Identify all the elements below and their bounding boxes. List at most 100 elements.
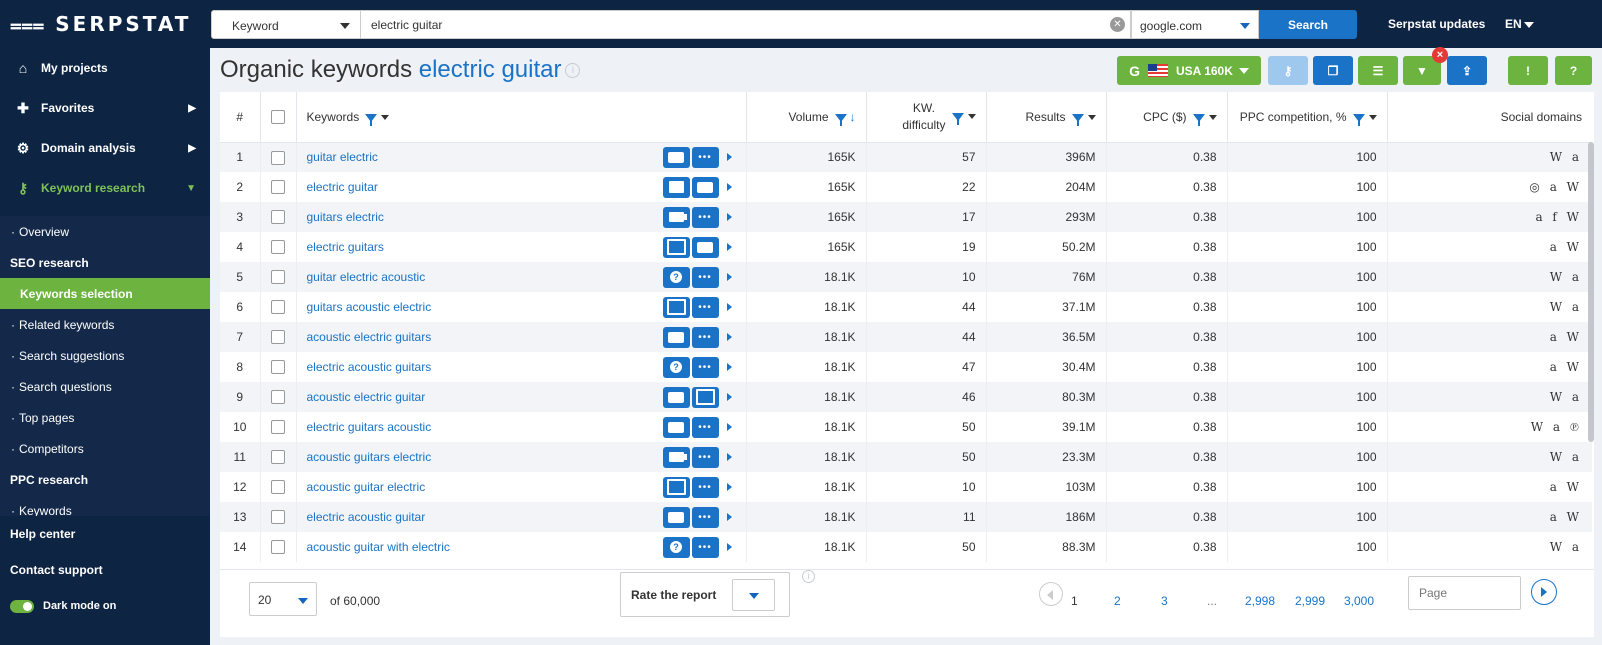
nav-domain-analysis[interactable]: ⚙ Domain analysis ▶ — [0, 128, 210, 168]
help-center-link[interactable]: Help center — [0, 516, 210, 552]
keyword-link[interactable]: guitars acoustic electric — [307, 300, 663, 314]
nav-keyword-research[interactable]: ⚷ Keyword research ▼ — [0, 168, 210, 208]
keyword-link[interactable]: electric guitars acoustic — [307, 420, 663, 434]
expand-row-icon[interactable] — [726, 543, 732, 551]
export-button[interactable]: ⇪ — [1447, 56, 1487, 85]
row-checkbox[interactable] — [271, 300, 285, 315]
vertical-scrollbar[interactable] — [1588, 142, 1594, 442]
expand-row-icon[interactable] — [726, 243, 732, 251]
keyword-link[interactable]: electric acoustic guitars — [307, 360, 663, 374]
comment-icon[interactable] — [662, 386, 690, 408]
chevron-down-icon[interactable] — [1368, 115, 1377, 121]
sort-down-icon[interactable]: ↓ — [850, 110, 856, 124]
filter-icon[interactable] — [1352, 113, 1365, 126]
comment-icon[interactable] — [691, 176, 719, 198]
contact-support-link[interactable]: Contact support — [0, 552, 210, 588]
more-icon[interactable] — [691, 356, 719, 378]
search-engine-select[interactable]: google.com — [1131, 10, 1259, 39]
page-number-input[interactable] — [1408, 576, 1521, 610]
sidebar-item-related-keywords[interactable]: · Related keywords — [0, 309, 210, 340]
expand-row-icon[interactable] — [726, 363, 732, 371]
filter-icon[interactable] — [1071, 113, 1084, 126]
comment-icon[interactable] — [662, 506, 690, 528]
expand-row-icon[interactable] — [726, 303, 732, 311]
more-icon[interactable] — [691, 296, 719, 318]
keyword-link[interactable]: electric guitar — [307, 180, 663, 194]
filter-icon[interactable] — [1192, 113, 1205, 126]
columns-button[interactable]: ☰ — [1358, 56, 1398, 85]
faq-icon[interactable] — [662, 266, 690, 288]
help-button[interactable]: ? — [1555, 56, 1592, 85]
expand-row-icon[interactable] — [726, 273, 732, 281]
more-icon[interactable] — [691, 446, 719, 468]
row-checkbox[interactable] — [271, 390, 285, 405]
nav-favorites[interactable]: ✚ Favorites ▶ — [0, 88, 210, 128]
region-select-button[interactable]: G USA 160K — [1117, 56, 1261, 85]
filter-icon[interactable] — [834, 113, 847, 126]
page-3000[interactable]: 3,000 — [1344, 594, 1374, 608]
more-icon[interactable] — [691, 266, 719, 288]
row-checkbox[interactable] — [271, 540, 285, 555]
expand-row-icon[interactable] — [726, 153, 732, 162]
comment-icon[interactable] — [662, 146, 690, 168]
keyword-link[interactable]: acoustic guitar with electric — [307, 540, 663, 554]
row-checkbox[interactable] — [271, 330, 285, 345]
comment-icon[interactable] — [662, 326, 690, 348]
row-checkbox[interactable] — [271, 480, 285, 495]
key-toolbar-button[interactable]: ⚷ — [1268, 56, 1308, 85]
dark-mode-toggle[interactable]: Dark mode on — [0, 588, 210, 624]
chevron-down-icon[interactable] — [381, 115, 390, 121]
clear-icon[interactable]: ✕ — [1110, 17, 1125, 32]
row-checkbox[interactable] — [271, 450, 285, 465]
video-icon[interactable] — [662, 206, 690, 228]
keyword-link[interactable]: acoustic guitars electric — [307, 450, 663, 464]
keyword-link[interactable]: acoustic guitar electric — [307, 480, 663, 494]
chevron-down-icon[interactable] — [1208, 115, 1217, 121]
more-icon[interactable] — [691, 326, 719, 348]
more-icon[interactable] — [691, 536, 719, 558]
keyword-link[interactable]: acoustic electric guitars — [307, 330, 663, 344]
keyword-link[interactable]: electric guitars — [307, 240, 663, 254]
rate-report-select[interactable] — [732, 579, 775, 611]
col-volume[interactable]: Volume ↓ — [746, 92, 867, 143]
select-all-checkbox[interactable] — [271, 110, 285, 125]
row-checkbox[interactable] — [271, 210, 285, 225]
language-select[interactable]: EN — [1505, 17, 1534, 31]
blank-icon[interactable] — [662, 176, 690, 198]
serpstat-logo[interactable]: ⩶ SERPSTAT — [0, 0, 210, 48]
expand-row-icon[interactable] — [726, 423, 732, 431]
sidebar-item-competitors[interactable]: · Competitors — [0, 433, 210, 464]
video-icon[interactable] — [662, 446, 690, 468]
col-cpc[interactable]: CPC ($) — [1106, 92, 1228, 143]
image-icon[interactable] — [662, 476, 690, 498]
expand-row-icon[interactable] — [726, 453, 732, 461]
image-icon[interactable] — [691, 386, 719, 408]
info-icon[interactable]: i — [802, 570, 815, 583]
filter-icon[interactable] — [951, 112, 964, 125]
chevron-down-icon[interactable] — [1087, 115, 1096, 121]
rows-per-page-select[interactable]: 20 — [249, 582, 317, 616]
row-checkbox[interactable] — [271, 150, 285, 165]
sidebar-item-top-pages[interactable]: · Top pages — [0, 402, 210, 433]
col-results[interactable]: Results — [986, 92, 1107, 143]
row-checkbox[interactable] — [271, 240, 285, 255]
next-page-button[interactable] — [1531, 579, 1557, 605]
comment-icon[interactable] — [691, 236, 719, 258]
more-icon[interactable] — [691, 206, 719, 228]
feedback-button[interactable]: ! — [1508, 56, 1548, 85]
page-1[interactable]: 1 — [1071, 594, 1078, 608]
col-ppc-competition[interactable]: PPC competition, % — [1227, 92, 1388, 143]
more-icon[interactable] — [691, 416, 719, 438]
comment-icon[interactable] — [662, 416, 690, 438]
chevron-down-icon[interactable] — [967, 114, 976, 120]
more-icon[interactable] — [691, 146, 719, 168]
keyword-link[interactable]: guitar electric — [307, 150, 663, 164]
nav-my-projects[interactable]: ⌂ My projects — [0, 48, 210, 88]
search-type-select[interactable]: Keyword — [211, 10, 361, 39]
row-checkbox[interactable] — [271, 360, 285, 375]
prev-page-button[interactable] — [1039, 582, 1063, 606]
sidebar-item-overview[interactable]: · Overview — [0, 216, 210, 247]
expand-row-icon[interactable] — [726, 183, 732, 191]
sidebar-item-keywords[interactable]: · Keywords — [0, 495, 210, 517]
page-2999[interactable]: 2,999 — [1295, 594, 1325, 608]
